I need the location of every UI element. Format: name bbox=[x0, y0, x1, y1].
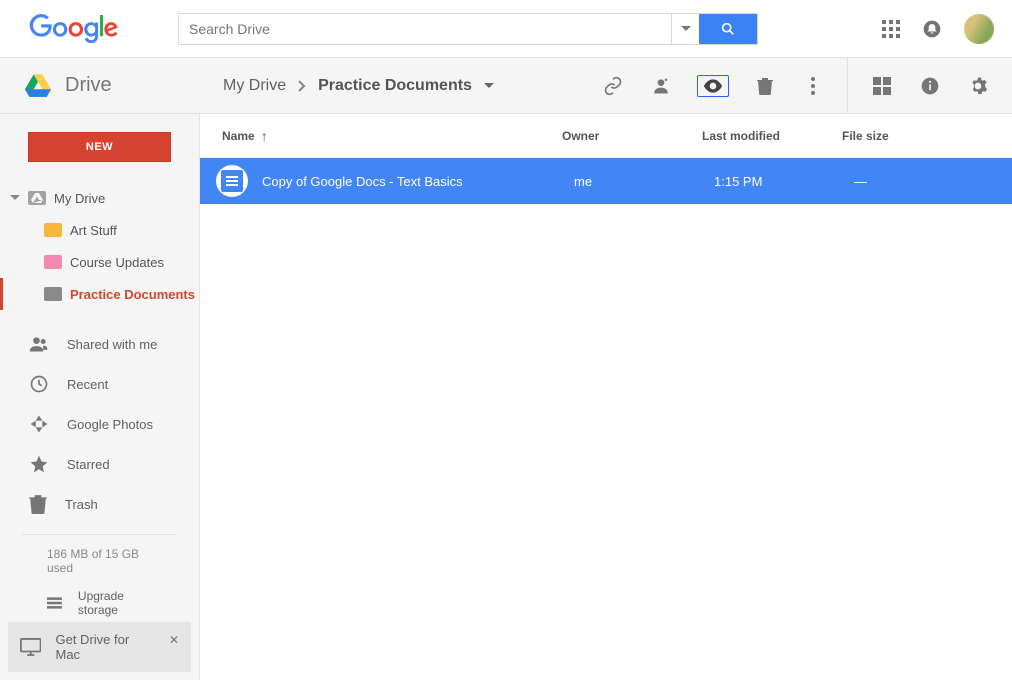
settings-icon[interactable] bbox=[966, 74, 990, 98]
breadcrumb: My Drive Practice Documents bbox=[223, 77, 494, 95]
grid-view-icon[interactable] bbox=[870, 74, 894, 98]
toolbar-right bbox=[579, 58, 1012, 113]
breadcrumb-root[interactable]: My Drive bbox=[223, 77, 286, 95]
get-drive-banner[interactable]: Get Drive for Mac ✕ bbox=[8, 622, 191, 672]
link-icon[interactable] bbox=[601, 74, 625, 98]
storage-block: 186 MB of 15 GB used Upgrade storage bbox=[22, 534, 177, 627]
chevron-down-icon[interactable] bbox=[484, 81, 494, 91]
chevron-down-icon bbox=[10, 193, 20, 203]
file-list: Name ↑ Owner Last modified File size Cop… bbox=[200, 114, 1012, 680]
folder-icon bbox=[44, 255, 62, 269]
folder-icon bbox=[44, 223, 62, 237]
breadcrumb-current[interactable]: Practice Documents bbox=[318, 77, 472, 95]
file-row[interactable]: Copy of Google Docs - Text Basics me 1:1… bbox=[200, 158, 1012, 204]
main: NEW My Drive Art Stuff Course Updates Pr… bbox=[0, 114, 1012, 680]
col-owner[interactable]: Owner bbox=[562, 129, 702, 143]
storage-icon bbox=[47, 596, 62, 610]
tree-folder-art-stuff[interactable]: Art Stuff bbox=[0, 214, 199, 246]
file-name: Copy of Google Docs - Text Basics bbox=[262, 174, 574, 189]
file-size: — bbox=[854, 174, 996, 189]
drive-title-area: Drive bbox=[0, 74, 200, 98]
share-person-icon[interactable] bbox=[649, 74, 673, 98]
file-owner: me bbox=[574, 174, 714, 189]
nav-label: Trash bbox=[65, 497, 98, 512]
tree-my-drive[interactable]: My Drive bbox=[0, 182, 199, 214]
nav-photos[interactable]: Google Photos bbox=[0, 404, 199, 444]
photos-icon bbox=[29, 414, 49, 434]
col-modified[interactable]: Last modified bbox=[702, 129, 842, 143]
nav-starred[interactable]: Starred bbox=[0, 444, 199, 484]
notifications-icon[interactable] bbox=[922, 19, 942, 39]
upgrade-label: Upgrade storage bbox=[78, 589, 152, 617]
docs-icon bbox=[216, 165, 248, 197]
avatar[interactable] bbox=[964, 14, 994, 44]
upgrade-storage[interactable]: Upgrade storage bbox=[47, 589, 152, 617]
column-headers: Name ↑ Owner Last modified File size bbox=[200, 114, 1012, 158]
get-drive-label: Get Drive for Mac bbox=[55, 632, 154, 662]
storage-text: 186 MB of 15 GB used bbox=[47, 547, 152, 575]
col-name[interactable]: Name ↑ bbox=[222, 128, 562, 144]
more-vert-icon[interactable] bbox=[801, 74, 825, 98]
nav-label: Recent bbox=[67, 377, 108, 392]
chevron-right-icon bbox=[298, 80, 306, 92]
close-icon[interactable]: ✕ bbox=[169, 633, 179, 647]
header-right bbox=[882, 14, 998, 44]
folder-tree: My Drive Art Stuff Course Updates Practi… bbox=[0, 174, 199, 318]
search-button[interactable] bbox=[699, 14, 757, 44]
sidebar: NEW My Drive Art Stuff Course Updates Pr… bbox=[0, 114, 200, 680]
desktop-icon bbox=[20, 638, 41, 656]
folder-label: Course Updates bbox=[70, 255, 164, 270]
tree-folder-practice-documents[interactable]: Practice Documents bbox=[0, 278, 199, 310]
nav-list: Shared with me Recent Google Photos Star… bbox=[0, 324, 199, 524]
file-modified: 1:15 PM bbox=[714, 174, 854, 189]
nav-recent[interactable]: Recent bbox=[0, 364, 199, 404]
drive-title: Drive bbox=[65, 74, 112, 97]
tree-folder-course-updates[interactable]: Course Updates bbox=[0, 246, 199, 278]
drive-folder-icon bbox=[31, 193, 43, 203]
info-icon[interactable] bbox=[918, 74, 942, 98]
folder-icon bbox=[44, 287, 62, 301]
apps-icon[interactable] bbox=[882, 20, 900, 38]
nav-label: Google Photos bbox=[67, 417, 153, 432]
star-icon bbox=[29, 454, 49, 474]
sort-ascending-icon: ↑ bbox=[261, 128, 268, 144]
search-bar bbox=[178, 13, 758, 45]
col-name-label: Name bbox=[222, 129, 255, 143]
folder-label: Art Stuff bbox=[70, 223, 117, 238]
nav-label: Shared with me bbox=[67, 337, 157, 352]
nav-shared[interactable]: Shared with me bbox=[0, 324, 199, 364]
tree-my-drive-label: My Drive bbox=[54, 191, 105, 206]
trash-icon bbox=[29, 494, 47, 514]
people-icon bbox=[29, 334, 49, 354]
clock-icon bbox=[29, 374, 49, 394]
trash-icon[interactable] bbox=[753, 74, 777, 98]
header bbox=[0, 0, 1012, 58]
google-logo[interactable] bbox=[28, 14, 120, 44]
preview-icon[interactable] bbox=[697, 75, 729, 97]
search-dropdown-button[interactable] bbox=[671, 14, 699, 44]
search-input[interactable] bbox=[179, 14, 671, 44]
drive-logo-icon bbox=[25, 74, 51, 98]
nav-label: Starred bbox=[67, 457, 110, 472]
new-button[interactable]: NEW bbox=[28, 132, 171, 162]
folder-label: Practice Documents bbox=[70, 287, 195, 302]
col-size[interactable]: File size bbox=[842, 129, 990, 143]
toolbar: Drive My Drive Practice Documents bbox=[0, 58, 1012, 114]
nav-trash[interactable]: Trash bbox=[0, 484, 199, 524]
